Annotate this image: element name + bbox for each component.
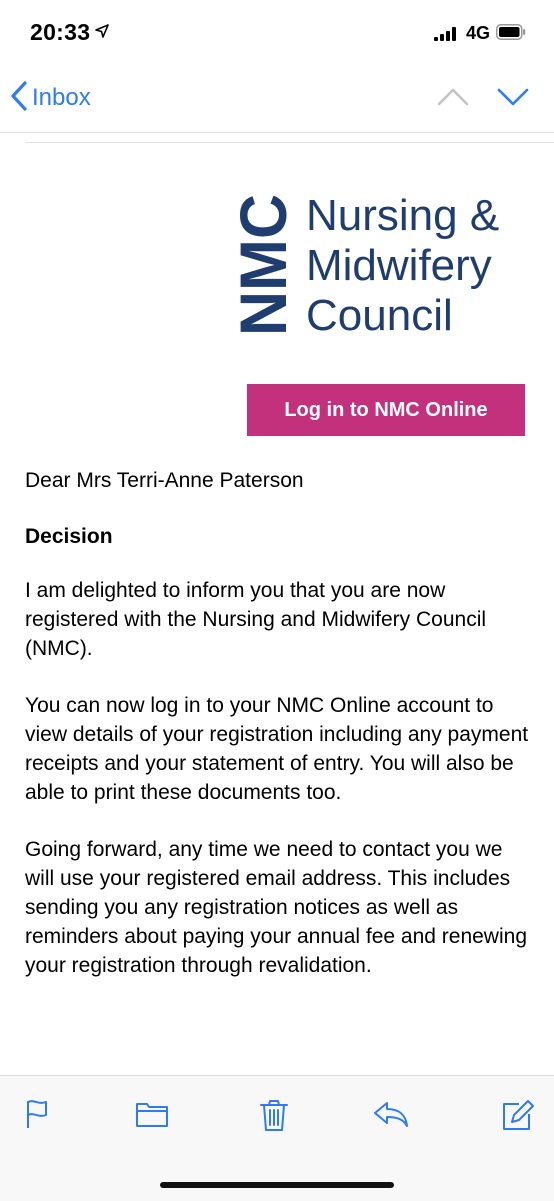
paragraph-contact: Going forward, any time we need to conta… — [25, 838, 528, 977]
status-bar: 20:33 4G — [0, 0, 554, 66]
reply-icon[interactable] — [372, 1098, 410, 1135]
back-label: Inbox — [32, 84, 91, 111]
svg-text:NMC: NMC — [228, 194, 300, 336]
location-arrow-icon — [95, 24, 109, 43]
flag-icon[interactable] — [24, 1098, 54, 1135]
svg-text:Council: Council — [306, 291, 453, 340]
signal-bars-icon — [434, 27, 460, 46]
home-indicator — [160, 1182, 394, 1188]
svg-text:Nursing &: Nursing & — [306, 191, 499, 240]
mail-navigation-bar: Inbox — [0, 66, 554, 133]
trash-icon[interactable] — [258, 1098, 290, 1137]
compose-icon[interactable] — [500, 1098, 534, 1137]
previous-message-button[interactable] — [436, 86, 470, 113]
folder-icon[interactable] — [134, 1098, 170, 1135]
email-body: Dear Mrs Terri-Anne Paterson Decision I … — [25, 466, 530, 1008]
back-to-inbox-button[interactable]: Inbox — [10, 80, 91, 116]
next-message-button[interactable] — [496, 86, 530, 113]
nmc-logo: NMC Nursing & Midwifery Council — [226, 190, 528, 347]
status-time: 20:33 — [30, 19, 91, 45]
paragraph-online-account: You can now log in to your NMC Online ac… — [25, 694, 529, 804]
login-nmc-online-button[interactable]: Log in to NMC Online — [247, 384, 525, 436]
section-heading: Decision — [25, 525, 113, 548]
paragraph-registration: I am delighted to inform you that you ar… — [25, 579, 487, 660]
chevron-left-icon — [10, 80, 28, 117]
battery-icon — [496, 24, 526, 45]
greeting: Dear Mrs Terri-Anne Paterson — [25, 469, 304, 492]
network-type: 4G — [466, 23, 491, 43]
header-divider — [25, 142, 554, 143]
svg-text:Midwifery: Midwifery — [306, 241, 492, 290]
